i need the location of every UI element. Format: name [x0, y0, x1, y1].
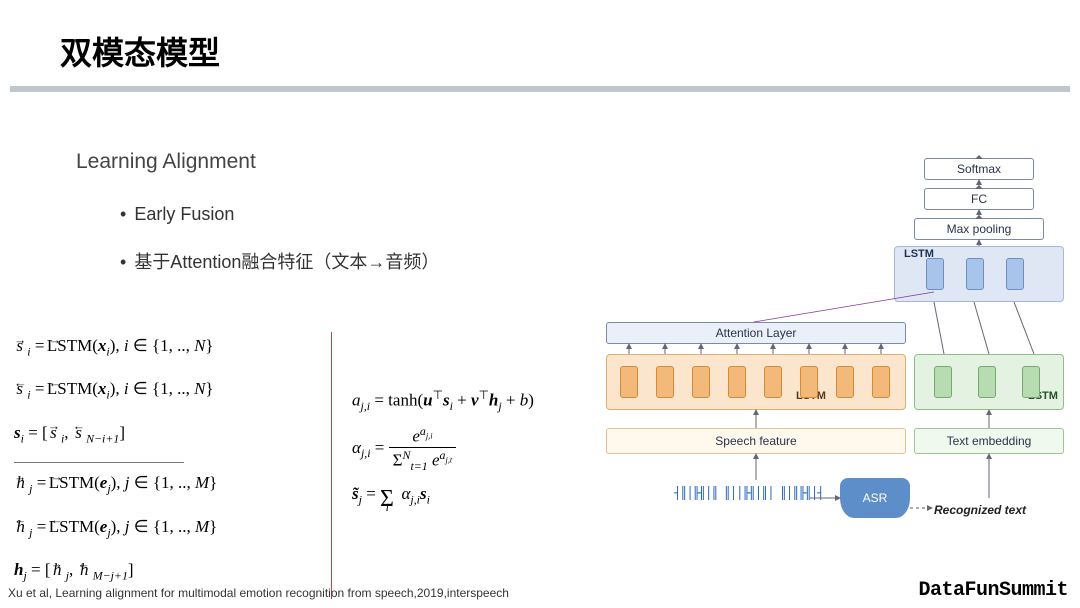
- equation: s i = LSTM(xi), i ∈ {1, .., N}: [14, 332, 331, 365]
- block-speech-feature: Speech feature: [606, 428, 906, 454]
- lstm-cell: [872, 366, 890, 398]
- label-recognized-text: Recognized text: [934, 503, 1026, 517]
- bullet-item: •基于Attention融合特征（文本→音频）: [120, 238, 439, 286]
- equation: aj,i = tanh(u⊤si + v⊤hj + b): [352, 388, 534, 414]
- lstm-cell: [656, 366, 674, 398]
- lstm-cell: [692, 366, 710, 398]
- equation: h j = LSTM(ej), j ∈ {1, .., M}: [14, 469, 331, 502]
- lstm-cell: [800, 366, 818, 398]
- lstm-cell: [1006, 258, 1024, 290]
- lstm-cell: [1022, 366, 1040, 398]
- formula-block-attention: aj,i = tanh(u⊤si + v⊤hj + b) αj,i = eaj,…: [352, 388, 534, 523]
- bullet-text: Early Fusion: [134, 204, 234, 224]
- lstm-cell: [836, 366, 854, 398]
- equation: αj,i = eaj,i ΣNt=1 eaj,t: [352, 424, 534, 474]
- lstm-cell: [926, 258, 944, 290]
- citation: Xu et al, Learning alignment for multimo…: [8, 586, 509, 600]
- section-heading: Learning Alignment: [76, 150, 256, 174]
- lstm-cell: [620, 366, 638, 398]
- lstm-cell: [764, 366, 782, 398]
- formula-divider: [14, 462, 184, 463]
- slide-title: 双模态模型: [60, 28, 220, 74]
- equation: h j = LSTM(ej), j ∈ {1, .., M}: [14, 513, 331, 546]
- block-fc: FC: [924, 188, 1034, 210]
- equation: hj = [ h j, h M−j+1]: [14, 556, 331, 589]
- bullet-item: •Early Fusion: [120, 190, 439, 238]
- lstm-cell: [978, 366, 996, 398]
- block-attention: Attention Layer: [606, 322, 906, 344]
- brand-watermark: DataFunSummit: [918, 579, 1068, 602]
- block-text-embedding: Text embedding: [914, 428, 1064, 454]
- bullet-text: 基于Attention融合特征（文本→音频）: [134, 252, 439, 272]
- block-maxpool: Max pooling: [914, 218, 1044, 240]
- lstm-cell: [728, 366, 746, 398]
- block-softmax: Softmax: [924, 158, 1034, 180]
- diagram-connectors: [574, 158, 1064, 538]
- lstm-cell: [966, 258, 984, 290]
- equation: s i = LSTM(xi), i ∈ {1, .., N}: [14, 375, 331, 408]
- equation: s̃j = Σi αj,isi: [352, 484, 534, 513]
- equation: si = [ s i, s N−i+1]: [14, 419, 331, 452]
- lstm-cell: [934, 366, 952, 398]
- bullet-list: •Early Fusion •基于Attention融合特征（文本→音频）: [120, 190, 439, 286]
- divider: [10, 86, 1070, 92]
- block-asr: ASR: [840, 478, 910, 518]
- architecture-diagram: Softmax FC Max pooling LSTM Attention La…: [574, 158, 1064, 538]
- speech-lstm-layer: [606, 354, 906, 410]
- formula-block-left: s i = LSTM(xi), i ∈ {1, .., N} s i = LST…: [14, 332, 332, 599]
- waveform-icon: ┤║│╟╢│║ ║││╟╢│║│ ║│║╟╢│┤: [674, 486, 834, 500]
